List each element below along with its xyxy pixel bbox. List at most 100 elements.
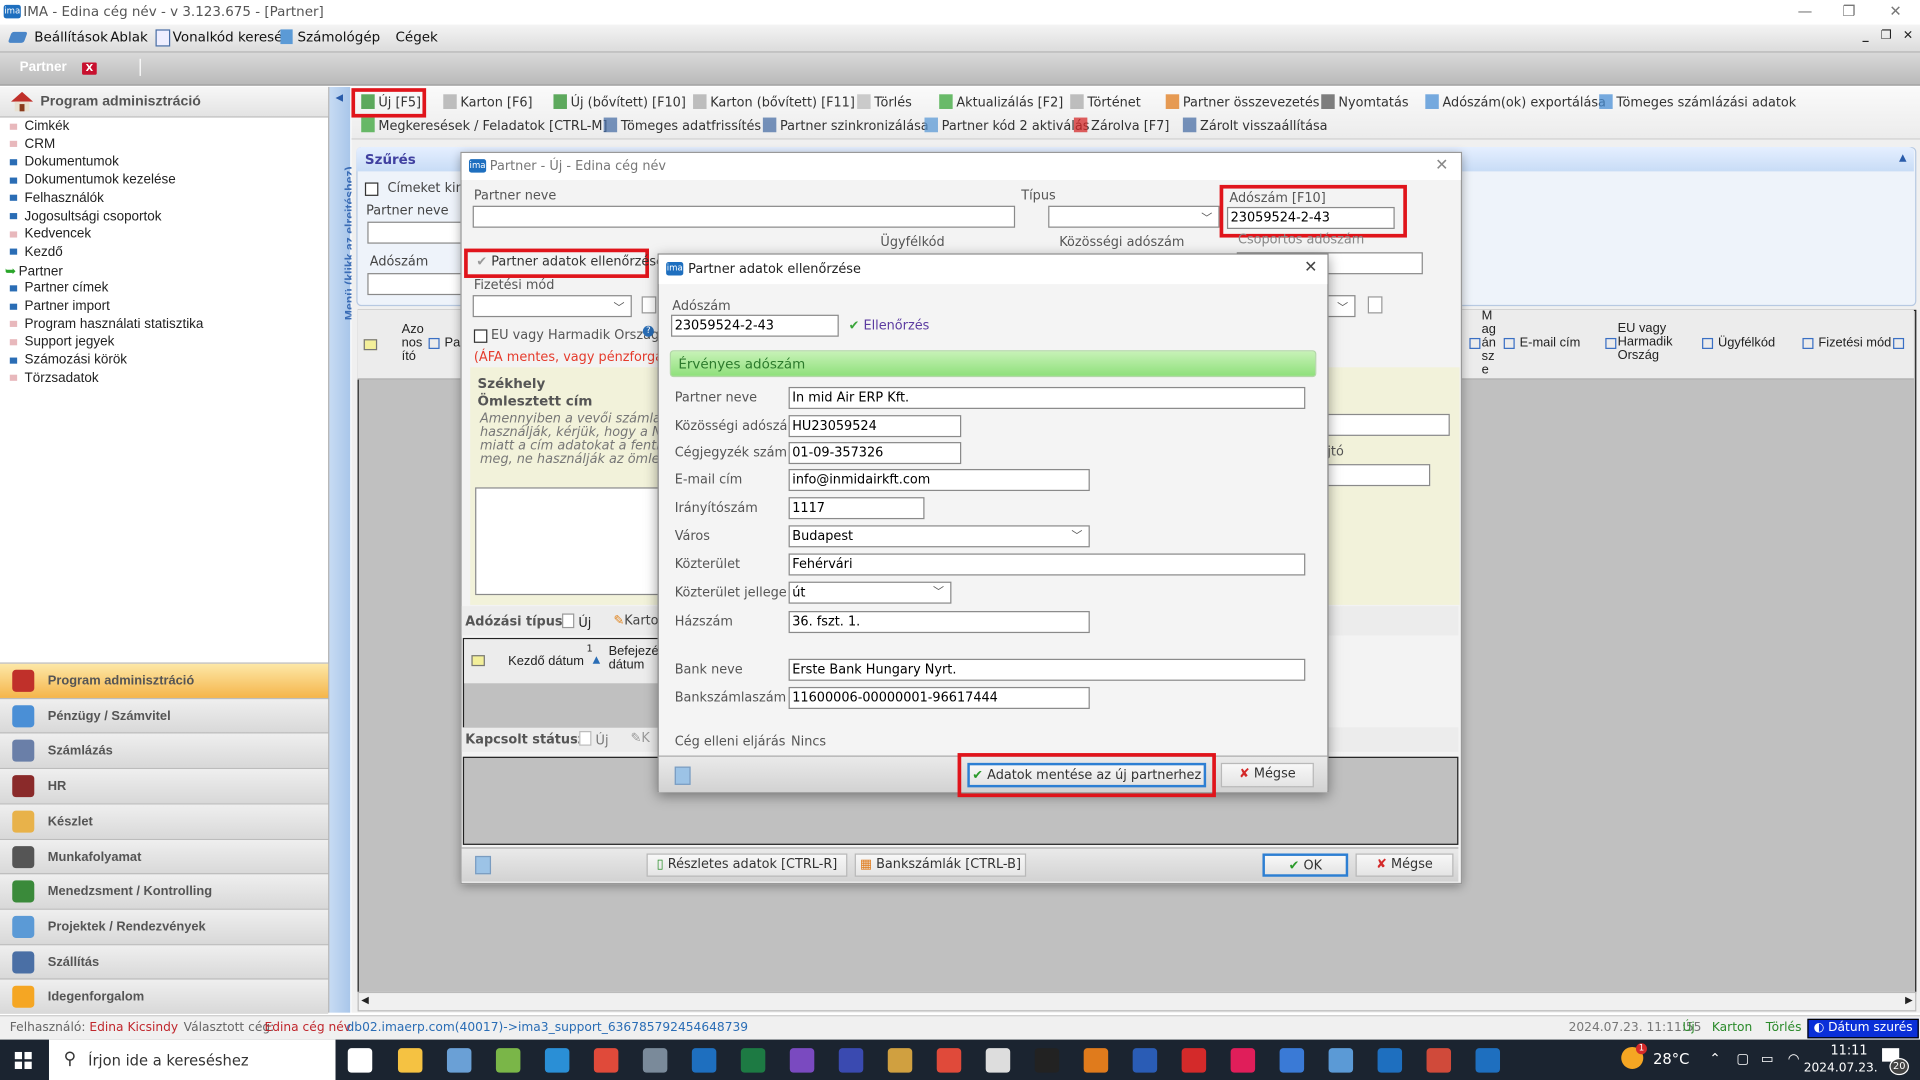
settings-icon[interactable] xyxy=(985,1048,1011,1073)
bank-account-input[interactable]: 11600006-00000001-96617444 xyxy=(788,686,1090,709)
grid-options-icon[interactable] xyxy=(363,339,378,351)
calculator-icon[interactable] xyxy=(674,766,691,785)
sidebar-item-program-haszn-lati-statisztika[interactable]: Program használati statisztika xyxy=(9,317,204,334)
module-munkafolyamat[interactable]: Munkafolyamat xyxy=(0,838,329,874)
close-button[interactable]: ✕ xyxy=(1877,1,1914,21)
sidebar-item-cimk-k[interactable]: Cimkék xyxy=(9,119,70,136)
wifi-icon[interactable]: ◠ xyxy=(1788,1051,1800,1067)
slack-icon[interactable] xyxy=(1230,1048,1256,1073)
module-sz-ll-t-s[interactable]: Szállítás xyxy=(0,943,329,980)
file-explorer-icon[interactable] xyxy=(397,1048,423,1073)
type-select[interactable]: ﹀ xyxy=(1048,205,1220,228)
filter-tax-input[interactable] xyxy=(367,273,466,296)
linked-status-new-button[interactable]: Új xyxy=(579,731,609,748)
filter-partner-name-input[interactable] xyxy=(367,221,466,244)
windows-start-icon[interactable] xyxy=(14,1051,32,1069)
toolbar-ad-sz-m-ok-export-l-sa[interactable]: Adószám(ok) exportálása xyxy=(1425,94,1606,114)
excel-icon[interactable] xyxy=(740,1048,766,1073)
tax-number-input[interactable]: 23059524-2-43 xyxy=(1226,206,1395,229)
taskbar-search[interactable]: ⚲ Írjon ide a kereséshez xyxy=(48,1039,336,1080)
bank-accounts-button[interactable]: ▦ Bankszámlák [CTRL-B] xyxy=(854,853,1027,877)
remote-desktop-icon[interactable] xyxy=(1328,1048,1354,1073)
save-icon[interactable] xyxy=(838,1048,864,1073)
pdf-icon[interactable] xyxy=(1181,1048,1207,1073)
sidebar-item-partner-import[interactable]: Partner import xyxy=(9,299,110,316)
partner-name-input[interactable] xyxy=(472,205,1016,228)
company-reg-input[interactable]: 01-09-357326 xyxy=(788,442,962,465)
col-payment[interactable]: Fizetési mód xyxy=(1802,336,1891,350)
toolbar-karton-f6[interactable]: Karton [F6] xyxy=(443,94,533,114)
minimize-button[interactable]: — xyxy=(1787,1,1824,21)
right-address-input-2[interactable] xyxy=(1327,464,1431,487)
camera-icon[interactable]: ▢ xyxy=(1736,1051,1749,1067)
module-idegenforgalom[interactable]: Idegenforgalom xyxy=(0,978,329,1015)
toolbar-partner-sszevezet-s[interactable]: Partner összevezetés xyxy=(1165,94,1319,114)
sidebar-item-support-jegyek[interactable]: Support jegyek xyxy=(9,335,115,352)
ima-app-2-icon[interactable] xyxy=(1377,1048,1403,1073)
ok-button[interactable]: ✔ OK xyxy=(1262,853,1349,877)
check-partner-button[interactable]: ✔ Partner adatok ellenőrzése xyxy=(476,255,664,270)
payment-method-select[interactable]: ﹀ xyxy=(472,295,632,318)
module-menedzsment-kontrolling[interactable]: Menedzsment / Kontrolling xyxy=(0,873,329,909)
tax-type-new-button[interactable]: Új xyxy=(562,613,591,631)
help-icon[interactable]: ? xyxy=(642,325,654,337)
sidebar-item-dokumentumok-kezel-se[interactable]: Dokumentumok kezelése xyxy=(9,173,176,190)
email-input[interactable]: info@inmidairkft.com xyxy=(788,468,1090,492)
toolbar-karton-b-v-tett-f11[interactable]: Karton (bővített) [F11] xyxy=(693,94,855,114)
toolbar-z-rolt-vissza-ll-t-sa[interactable]: Zárolt visszaállítása xyxy=(1182,117,1328,138)
show-hidden-icons[interactable]: ⌃ xyxy=(1709,1051,1720,1067)
check-tax-input[interactable]: 23059524-2-43 xyxy=(671,314,839,337)
task-view-icon[interactable] xyxy=(347,1048,373,1073)
module-projektek-rendezv-nyek[interactable]: Projektek / Rendezvények xyxy=(0,908,329,944)
grid-options-icon[interactable] xyxy=(471,655,485,667)
city-select[interactable]: Budapest ﹀ xyxy=(788,525,1090,548)
clock-time[interactable]: 11:11 xyxy=(1820,1043,1879,1058)
module-p-nz-gy-sz-mvitel[interactable]: Pénzügy / Számvitel xyxy=(0,697,329,734)
collapse-filter-icon[interactable]: ▲ xyxy=(1899,152,1907,163)
notepad-icon[interactable] xyxy=(446,1048,472,1073)
terminal-icon[interactable] xyxy=(1034,1048,1060,1073)
community-tax-input[interactable]: HU23059524 xyxy=(788,415,962,438)
mdi-restore-button[interactable]: ❐ xyxy=(1881,29,1892,42)
java-icon[interactable] xyxy=(1083,1048,1109,1073)
word-icon[interactable] xyxy=(1132,1048,1158,1073)
module-program-adminisztr-ci-[interactable]: Program adminisztráció xyxy=(0,662,329,698)
menu-window[interactable]: Ablak xyxy=(110,29,148,45)
sidebar-item-partner[interactable]: ➥ Partner xyxy=(5,263,63,280)
scroll-right-icon[interactable]: ▶ xyxy=(1905,994,1913,1005)
module-sz-ml-z-s[interactable]: Számlázás xyxy=(0,732,329,769)
paint-icon[interactable] xyxy=(887,1048,913,1073)
mdi-minimize-button[interactable]: _ xyxy=(1862,29,1868,42)
street-input[interactable]: Fehérvári xyxy=(788,553,1306,576)
sidebar-item-partner-c-mek[interactable]: Partner címek xyxy=(9,281,109,298)
check-cancel-button[interactable]: ✘ Mégse xyxy=(1220,762,1314,788)
linked-status-karton-button[interactable]: ✎K xyxy=(631,731,650,746)
horizontal-scrollbar[interactable]: ◀ ▶ xyxy=(357,991,1917,1012)
menu-barcode-search[interactable]: Vonalkód keresés xyxy=(173,29,290,45)
calculator-icon[interactable] xyxy=(475,855,492,875)
save-to-new-partner-button[interactable]: ✔ Adatok mentése az új partnerhez xyxy=(967,762,1207,788)
show-addresses-checkbox[interactable] xyxy=(364,181,379,196)
module-hr[interactable]: HR xyxy=(0,767,329,804)
sidebar-item-kezd-[interactable]: Kezdő xyxy=(9,245,63,262)
ima-app-3-icon[interactable] xyxy=(1475,1048,1501,1073)
sidebar-item-t-rzsadatok[interactable]: Törzsadatok xyxy=(9,371,99,388)
calculator-icon[interactable] xyxy=(642,1048,668,1073)
status-karton[interactable]: Karton xyxy=(1712,1021,1752,1034)
col-email[interactable]: E-mail cím xyxy=(1503,336,1580,350)
sidebar-item-jogosults-gi-csoportok[interactable]: Jogosultsági csoportok xyxy=(9,209,162,226)
viber-icon[interactable] xyxy=(789,1048,815,1073)
right-address-input-1[interactable] xyxy=(1327,413,1450,436)
col-start-date[interactable]: Kezdő dátum xyxy=(508,654,584,668)
ima-app-icon[interactable] xyxy=(691,1048,717,1073)
tab-partner[interactable]: Partner xyxy=(20,60,67,75)
col-private-check[interactable] xyxy=(1469,337,1485,350)
col-client-code[interactable]: Ügyfélkód xyxy=(1702,336,1775,350)
taskbar-search-input[interactable]: Írjon ide a kereséshez xyxy=(88,1052,248,1069)
chrome-icon[interactable] xyxy=(593,1048,619,1073)
partner-dialog-close-button[interactable]: ✕ xyxy=(1435,157,1448,175)
col-id[interactable]: Azo nos ító xyxy=(402,323,429,363)
partner-name-input[interactable]: In mid Air ERP Kft. xyxy=(788,386,1306,409)
add-new-icon[interactable] xyxy=(1367,296,1383,314)
toolbar-megkeres-sek-feladatok-ctrl-m[interactable]: Megkeresések / Feladatok [CTRL-M] xyxy=(361,117,608,138)
